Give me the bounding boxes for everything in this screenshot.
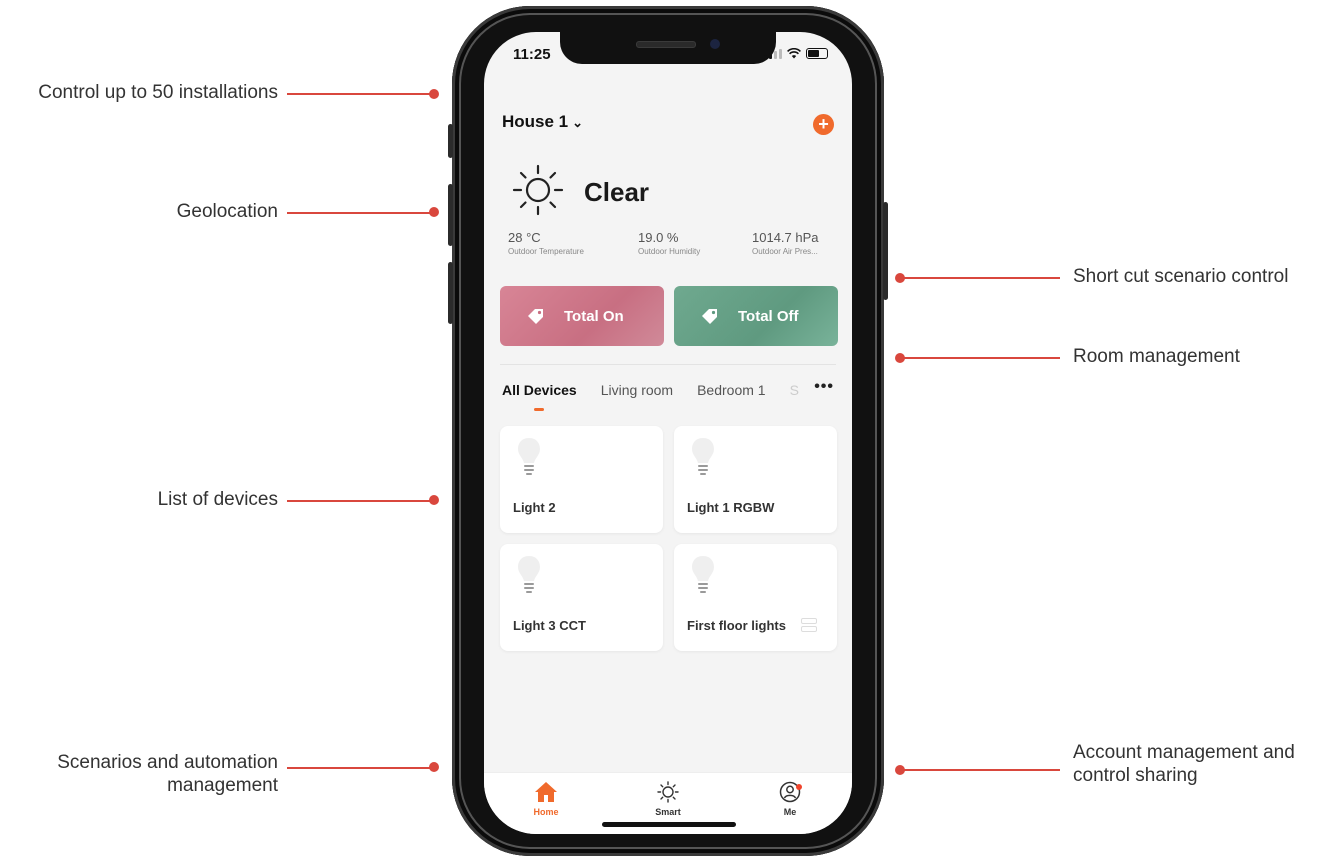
annotation-shortcut: Short cut scenario control: [1073, 266, 1289, 287]
annotation-installations: Control up to 50 installations: [38, 82, 278, 103]
tab-label: Me: [783, 807, 797, 817]
tab-more-room[interactable]: S: [790, 382, 799, 398]
annotation-dot: [429, 495, 439, 505]
annotation-dot: [429, 762, 439, 772]
active-tab-indicator: [534, 408, 544, 411]
annotation-devices: List of devices: [157, 489, 278, 510]
annotation-line: [900, 769, 1060, 771]
device-card-light-3-cct[interactable]: Light 3 CCT: [500, 544, 663, 651]
bulb-icon: [692, 556, 714, 593]
room-tabs: All Devices Living room Bedroom 1 S: [502, 382, 799, 398]
metric-label: Outdoor Air Pres...: [752, 247, 818, 256]
weather-condition: Clear: [584, 177, 650, 207]
tag-icon: [528, 309, 543, 324]
home-name: House 1: [502, 112, 569, 131]
sun-icon: [657, 781, 679, 803]
annotation-dot: [429, 89, 439, 99]
tab-all-devices[interactable]: All Devices: [502, 382, 577, 398]
more-rooms-button[interactable]: •••: [814, 378, 834, 396]
bulb-icon: [518, 556, 540, 593]
metric-air-pressure: 1014.7 hPa Outdoor Air Pres...: [752, 230, 819, 256]
plus-icon: +: [818, 114, 829, 134]
metric-value: 28 °C: [508, 230, 541, 245]
status-icons: [764, 48, 828, 59]
device-name: Light 3 CCT: [513, 618, 586, 633]
status-time: 11:25: [513, 46, 551, 63]
annotation-line: [900, 277, 1060, 279]
group-icon: [801, 618, 817, 632]
bulb-icon: [692, 438, 714, 475]
scene-label: Total Off: [738, 307, 799, 325]
tab-smart[interactable]: Smart: [638, 781, 698, 817]
divider: [500, 364, 836, 365]
annotation-line: [287, 212, 433, 214]
scene-total-off-button[interactable]: Total Off: [674, 286, 838, 346]
annotation-line: [287, 93, 433, 95]
annotation-dot: [429, 207, 439, 217]
metric-temperature: 28 °C Outdoor Temperature: [508, 230, 584, 256]
metric-humidity: 19.0 % Outdoor Humidity: [638, 230, 700, 256]
bulb-icon: [518, 438, 540, 475]
device-card-light-2[interactable]: Light 2: [500, 426, 663, 533]
volume-down-button: [448, 262, 453, 324]
metric-label: Outdoor Humidity: [638, 247, 701, 256]
power-button: [883, 202, 888, 300]
device-name: Light 1 RGBW: [687, 500, 775, 515]
annotation-scenarios: Scenarios and automation management: [57, 752, 278, 796]
device-card-first-floor-lights[interactable]: First floor lights: [674, 544, 837, 651]
annotation-line: [900, 357, 1060, 359]
annotation-line: [287, 767, 433, 769]
notification-badge: [796, 784, 802, 790]
speaker: [636, 41, 696, 48]
metric-value: 19.0 %: [638, 230, 679, 245]
tag-icon: [702, 309, 717, 324]
battery-icon: [806, 48, 828, 59]
annotation-geolocation: Geolocation: [176, 201, 278, 222]
tab-label: Smart: [655, 807, 681, 817]
device-card-light-1-rgbw[interactable]: Light 1 RGBW: [674, 426, 837, 533]
scene-label: Total On: [564, 307, 624, 325]
scene-total-on-button[interactable]: Total On: [500, 286, 664, 346]
mute-switch: [448, 124, 453, 158]
chevron-down-icon: ⌄: [572, 115, 584, 130]
signal-icon: [764, 48, 782, 59]
tab-bedroom-1[interactable]: Bedroom 1: [697, 382, 765, 398]
home-selector[interactable]: House 1 ⌄: [502, 112, 583, 132]
tab-me[interactable]: Me: [760, 781, 820, 817]
notch: [560, 32, 776, 64]
tab-home[interactable]: Home: [516, 781, 576, 817]
metric-value: 1014.7 hPa: [752, 230, 819, 245]
home-icon: [535, 782, 557, 802]
device-name: Light 2: [513, 500, 556, 515]
front-camera: [710, 39, 720, 49]
add-device-button[interactable]: +: [813, 114, 834, 135]
app-screen: 11:25 House 1 ⌄ + Clear 28 °C Outdoor Tem…: [484, 32, 852, 834]
home-indicator: [602, 822, 736, 827]
annotation-account: Account management and control sharing: [1073, 742, 1295, 786]
metric-label: Outdoor Temperature: [508, 247, 584, 256]
phone-frame: 11:25 House 1 ⌄ + Clear 28 °C Outdoor Tem…: [448, 6, 888, 856]
wifi-icon: [787, 48, 801, 59]
device-name: First floor lights: [687, 618, 786, 633]
annotation-line: [287, 500, 433, 502]
volume-up-button: [448, 184, 453, 246]
annotation-rooms: Room management: [1073, 346, 1240, 367]
tab-living-room[interactable]: Living room: [601, 382, 673, 398]
bottom-tab-bar: Home Smart Me: [484, 772, 852, 834]
tab-label: Home: [533, 807, 559, 817]
sun-icon: [512, 164, 564, 216]
